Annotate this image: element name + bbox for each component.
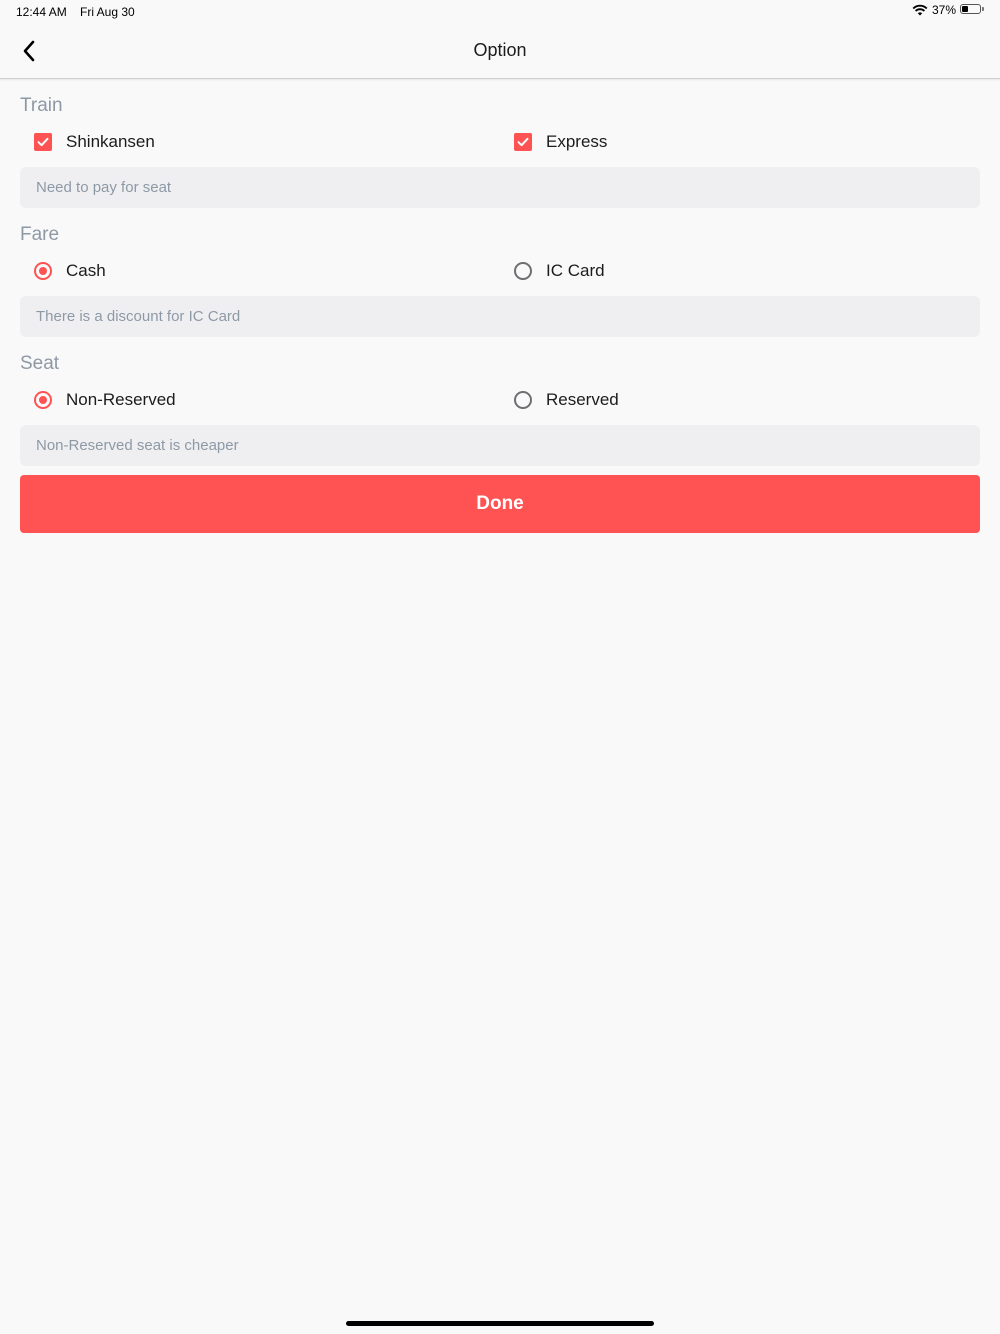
option-label: Reserved bbox=[546, 390, 619, 409]
fare-section: Fare Cash IC Card There is a discount fo… bbox=[20, 222, 980, 337]
battery-percent: 37% bbox=[931, 3, 956, 17]
radio-selected-icon bbox=[34, 391, 52, 409]
status-indicators: 37% bbox=[912, 3, 986, 17]
seat-note: Non-Reserved seat is cheaper bbox=[20, 425, 980, 466]
section-title-train: Train bbox=[20, 95, 63, 116]
status-time: 12:44 AM bbox=[16, 5, 67, 19]
radio-unselected-icon bbox=[514, 391, 532, 409]
option-label: Express bbox=[546, 132, 608, 151]
option-label: IC Card bbox=[546, 261, 605, 280]
navigation-bar: Option bbox=[0, 24, 1000, 79]
option-label: Non-Reserved bbox=[66, 390, 176, 409]
home-indicator[interactable] bbox=[346, 1321, 654, 1326]
battery-icon bbox=[960, 4, 986, 16]
fare-note: There is a discount for IC Card bbox=[20, 296, 980, 337]
radio-unselected-icon bbox=[514, 262, 532, 280]
section-title-seat: Seat bbox=[20, 353, 60, 374]
status-date: Fri Aug 30 bbox=[80, 5, 135, 19]
express-checkbox[interactable]: Express bbox=[514, 119, 607, 165]
train-section: Train Shinkansen Express Need to pay for… bbox=[20, 93, 980, 208]
fare-options: Cash IC Card bbox=[20, 248, 980, 294]
shinkansen-checkbox[interactable]: Shinkansen bbox=[34, 119, 155, 165]
cash-radio[interactable]: Cash bbox=[34, 248, 106, 294]
seat-section: Seat Non-Reserved Reserved Non-Reserved … bbox=[20, 351, 980, 466]
section-title-fare: Fare bbox=[20, 224, 60, 245]
options-form: Train Shinkansen Express Need to pay for… bbox=[20, 79, 980, 466]
wifi-icon bbox=[912, 4, 928, 16]
status-bar: 12:44 AM Fri Aug 30 37% bbox=[0, 0, 1000, 24]
radio-selected-icon bbox=[34, 262, 52, 280]
non-reserved-radio[interactable]: Non-Reserved bbox=[34, 377, 176, 423]
train-options: Shinkansen Express bbox=[20, 119, 980, 165]
done-button[interactable]: Done bbox=[20, 475, 980, 533]
option-label: Shinkansen bbox=[66, 132, 155, 151]
checkbox-checked-icon bbox=[34, 133, 52, 151]
page-title: Option bbox=[473, 40, 527, 60]
ic-card-radio[interactable]: IC Card bbox=[514, 248, 605, 294]
train-note: Need to pay for seat bbox=[20, 167, 980, 208]
seat-options: Non-Reserved Reserved bbox=[20, 377, 980, 423]
checkbox-checked-icon bbox=[514, 133, 532, 151]
option-label: Cash bbox=[66, 261, 106, 280]
reserved-radio[interactable]: Reserved bbox=[514, 377, 619, 423]
